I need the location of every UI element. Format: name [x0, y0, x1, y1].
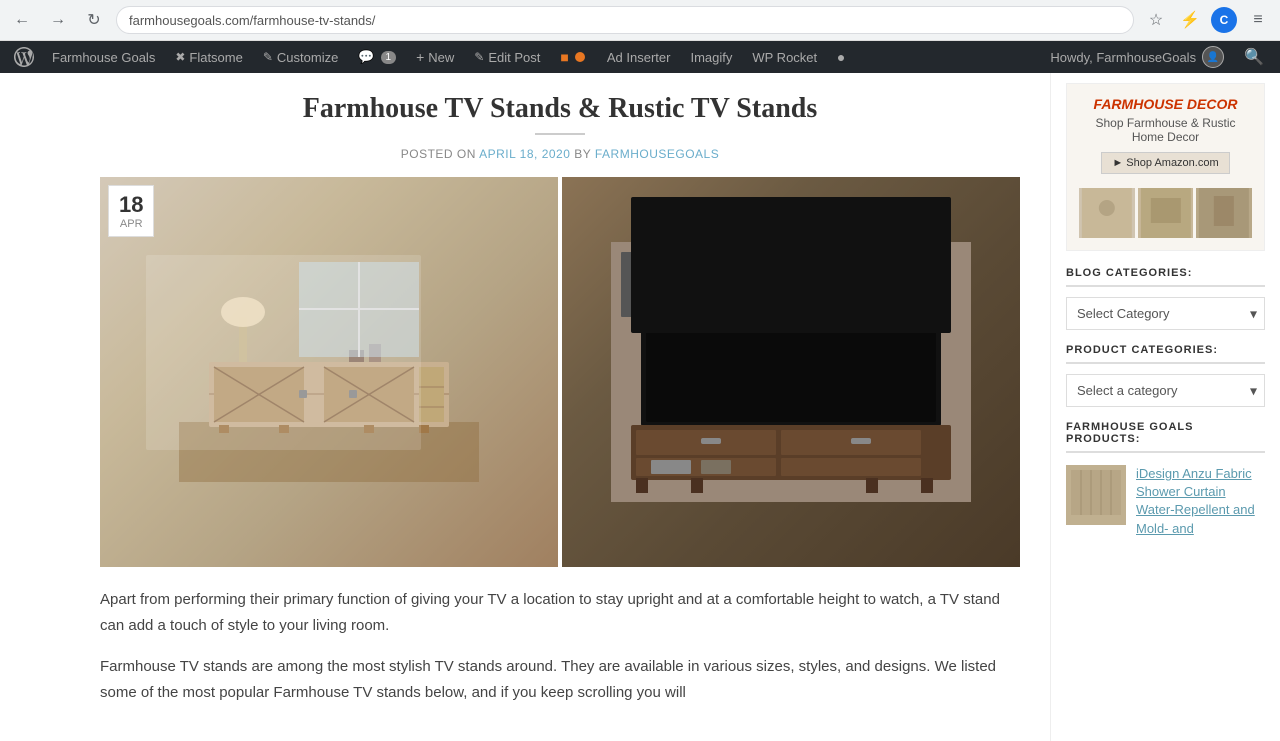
product-categories-title: PRODUCT CATEGORIES: — [1066, 344, 1265, 356]
post-title-divider — [535, 133, 585, 135]
wp-logo-shield[interactable]: ■ — [552, 41, 594, 73]
ad-inserter-label: Ad Inserter — [607, 50, 671, 65]
post-author-link[interactable]: FARMHOUSEGOALS — [595, 147, 719, 161]
posted-on-label: POSTED ON — [401, 147, 476, 161]
ad-subtitle: Shop Farmhouse & Rustic Home Decor — [1079, 116, 1252, 144]
wp-site-name[interactable]: Farmhouse Goals — [44, 41, 163, 73]
address-bar[interactable]: farmhousegoals.com/farmhouse-tv-stands/ — [116, 6, 1134, 34]
wp-help-item[interactable]: ● — [829, 41, 853, 73]
wp-flatsome-item[interactable]: ✖ Flatsome — [167, 41, 251, 73]
product-title-link[interactable]: iDesign Anzu Fabric Shower Curtain Water… — [1136, 465, 1265, 538]
tv-stand-left-svg — [179, 262, 479, 482]
ad-title: FARMHOUSE DECOR — [1079, 96, 1252, 112]
blog-categories-select[interactable]: Select Category — [1066, 297, 1265, 330]
wp-customize-item[interactable]: ✎ Customize — [255, 41, 346, 73]
product-categories-section: PRODUCT CATEGORIES: Select a category — [1066, 344, 1265, 407]
wp-user-avatar[interactable]: 👤 — [1202, 46, 1224, 68]
reload-button[interactable]: ↻ — [80, 6, 108, 34]
wp-logo[interactable] — [8, 41, 40, 73]
body-paragraph-2: Farmhouse TV stands are among the most s… — [100, 654, 1020, 705]
wp-rocket-label: WP Rocket — [752, 50, 817, 65]
back-button[interactable]: ← — [8, 6, 36, 34]
main-content: Farmhouse TV Stands & Rustic TV Stands P… — [0, 73, 1050, 741]
farmhouse-products-title: FARMHOUSE GOALS PRODUCTS: — [1066, 421, 1265, 445]
body-paragraph-1: Apart from performing their primary func… — [100, 587, 1020, 638]
ad-img-svg-3 — [1196, 188, 1252, 238]
wp-imagify-item[interactable]: Imagify — [682, 41, 740, 73]
edit-post-label: Edit Post — [488, 50, 540, 65]
comments-badge: 1 — [381, 51, 397, 64]
product-categories-select[interactable]: Select a category — [1066, 374, 1265, 407]
ad-image-1 — [1079, 188, 1135, 238]
customize-label: Customize — [277, 50, 338, 65]
post-meta: POSTED ON APRIL 18, 2020 BY FARMHOUSEGOA… — [100, 147, 1020, 161]
date-badge: 18 Apr — [108, 185, 154, 237]
date-badge-month: Apr — [119, 218, 143, 230]
extensions-icon[interactable]: ⚡ — [1176, 6, 1204, 34]
ad-img-svg-1 — [1079, 188, 1135, 238]
bookmark-icon[interactable]: ☆ — [1142, 6, 1170, 34]
menu-icon[interactable]: ≡ — [1244, 6, 1272, 34]
post-date: APRIL 18, 2020 — [479, 147, 570, 161]
wordpress-icon — [14, 47, 34, 67]
ad-image-3 — [1196, 188, 1252, 238]
post-image-left: 18 Apr — [100, 177, 558, 567]
new-label: New — [428, 50, 454, 65]
wp-search-icon[interactable]: 🔍 — [1236, 47, 1272, 67]
imagify-label: Imagify — [690, 50, 732, 65]
browser-chrome: ← → ↻ farmhousegoals.com/farmhouse-tv-st… — [0, 0, 1280, 41]
page-container: Farmhouse TV Stands & Rustic TV Stands P… — [0, 73, 1280, 741]
url-text: farmhousegoals.com/farmhouse-tv-stands/ — [129, 13, 375, 28]
date-badge-day: 18 — [119, 192, 143, 218]
wp-comments-item[interactable]: 💬 1 — [350, 41, 404, 73]
post-images-container: 18 Apr — [100, 177, 1020, 567]
post-title: Farmhouse TV Stands & Rustic TV Stands — [100, 93, 1020, 125]
product-categories-select-wrapper: Select a category — [1066, 374, 1265, 407]
wp-ad-inserter-item[interactable]: Ad Inserter — [599, 41, 679, 73]
blog-categories-section: BLOG CATEGORIES: Select Category — [1066, 267, 1265, 330]
wp-rocket-item[interactable]: WP Rocket — [744, 41, 825, 73]
blog-categories-select-wrapper: Select Category — [1066, 297, 1265, 330]
post-body: Apart from performing their primary func… — [100, 587, 1020, 705]
profile-avatar: C — [1211, 7, 1237, 33]
product-item: iDesign Anzu Fabric Shower Curtain Water… — [1066, 465, 1265, 538]
orange-dot — [575, 52, 585, 62]
by-label: BY — [574, 147, 591, 161]
sidebar-ad: FARMHOUSE DECOR Shop Farmhouse & Rustic … — [1066, 83, 1265, 251]
image-left-visual — [100, 177, 558, 567]
post-author: FARMHOUSEGOALS — [595, 147, 719, 161]
post-image-right — [562, 177, 1020, 567]
ad-img-svg-2 — [1138, 188, 1194, 238]
post-date-link[interactable]: APRIL 18, 2020 — [479, 147, 574, 161]
farmhouse-products-section: FARMHOUSE GOALS PRODUCTS: iDesign Anzu F… — [1066, 421, 1265, 538]
site-name-label: Farmhouse Goals — [52, 50, 155, 65]
blog-categories-title: BLOG CATEGORIES: — [1066, 267, 1265, 279]
ad-shop-button[interactable]: ► Shop Amazon.com — [1101, 152, 1229, 174]
blog-categories-divider — [1066, 285, 1265, 287]
ad-image-2 — [1138, 188, 1194, 238]
sidebar: FARMHOUSE DECOR Shop Farmhouse & Rustic … — [1050, 73, 1280, 741]
howdy-text: Howdy, FarmhouseGoals — [1050, 50, 1196, 65]
wp-new-item[interactable]: + New — [408, 41, 462, 73]
forward-button[interactable]: → — [44, 6, 72, 34]
wp-howdy-section: Howdy, FarmhouseGoals 👤 — [1042, 46, 1232, 68]
ad-images — [1079, 188, 1252, 238]
account-icon[interactable]: C — [1210, 6, 1238, 34]
browser-toolbar: ← → ↻ farmhousegoals.com/farmhouse-tv-st… — [0, 0, 1280, 40]
product-thumb-svg — [1066, 465, 1126, 525]
image-right-visual — [562, 177, 1020, 567]
farmhouse-products-divider — [1066, 451, 1265, 453]
wp-edit-post-item[interactable]: ✎ Edit Post — [466, 41, 548, 73]
wp-admin-bar: Farmhouse Goals ✖ Flatsome ✎ Customize 💬… — [0, 41, 1280, 73]
tv-stand-right-svg — [611, 242, 971, 502]
toolbar-icons: ☆ ⚡ C ≡ — [1142, 6, 1272, 34]
product-thumbnail — [1066, 465, 1126, 525]
product-categories-divider — [1066, 362, 1265, 364]
flatsome-label: Flatsome — [189, 50, 242, 65]
